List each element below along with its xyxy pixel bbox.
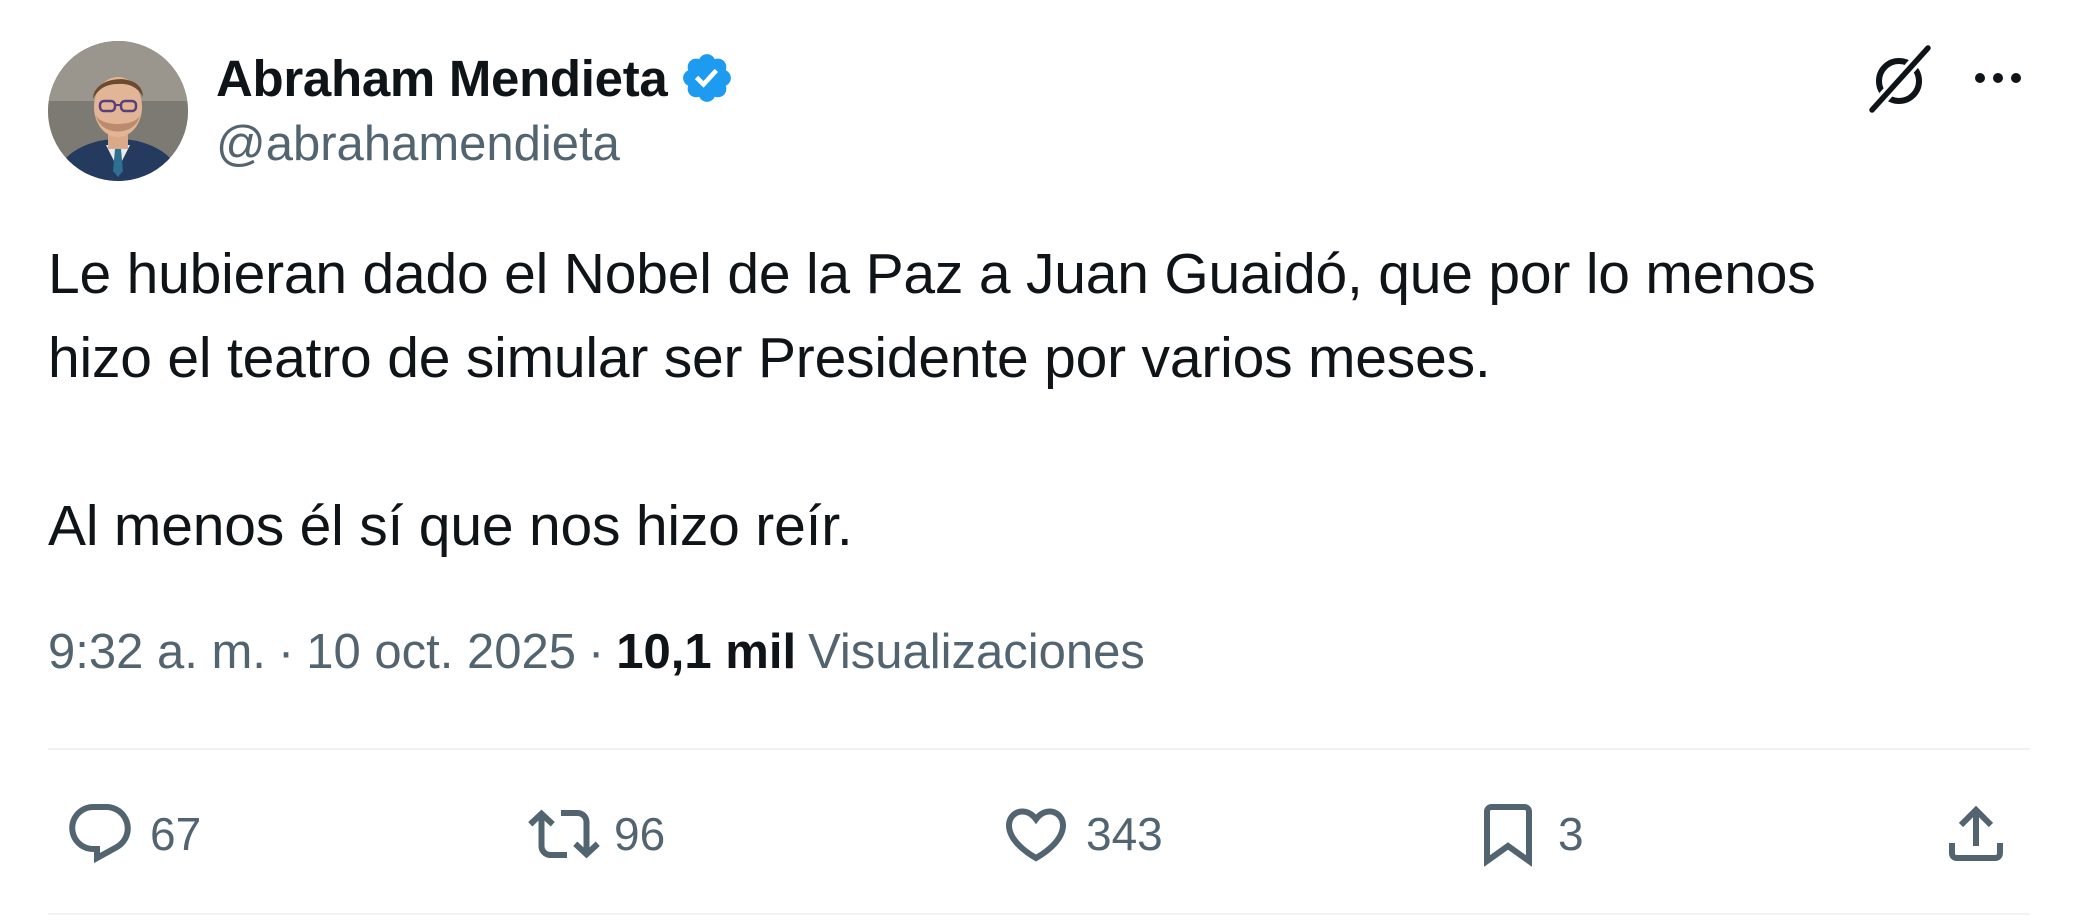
reply-button[interactable]: 67: [64, 796, 201, 872]
divider: [48, 913, 2030, 915]
meta-separator: ·: [587, 625, 605, 679]
tweet-card: Abraham Mendieta @abrahamendieta Le hubi…: [0, 0, 2088, 920]
heart-icon: [1005, 808, 1067, 862]
tweet-meta: 9:32 a. m. · 10 oct. 2025 · 10,1 mil Vis…: [48, 624, 1145, 680]
tweet-date[interactable]: 10 oct. 2025: [306, 624, 576, 680]
share-icon: [1949, 805, 2003, 861]
retweet-button[interactable]: 96: [528, 796, 665, 872]
tweet-text-line: Al menos él sí que nos hizo reír.: [48, 494, 853, 558]
views-count[interactable]: 10,1 mil: [616, 624, 796, 680]
author-handle[interactable]: @abrahamendieta: [216, 116, 620, 172]
retweet-icon: [528, 809, 600, 859]
author-name-row[interactable]: Abraham Mendieta: [216, 46, 735, 110]
tweet-text-line: hizo el teatro de simular ser Presidente…: [48, 326, 1491, 390]
grok-icon[interactable]: [1866, 44, 1936, 114]
verified-badge-icon[interactable]: [679, 50, 735, 106]
bookmark-button[interactable]: 3: [1472, 796, 1584, 872]
divider: [48, 748, 2030, 750]
tweet-text: Le hubieran dado el Nobel de la Paz a Ju…: [48, 232, 2038, 568]
avatar-image: [48, 41, 188, 181]
avatar[interactable]: [48, 41, 188, 181]
like-count: 343: [1086, 808, 1163, 860]
meta-separator: ·: [277, 625, 295, 679]
author-display-name[interactable]: Abraham Mendieta: [216, 49, 668, 108]
more-icon[interactable]: [1968, 58, 2028, 98]
like-button[interactable]: 343: [1000, 796, 1163, 872]
tweet-time[interactable]: 9:32 a. m.: [48, 624, 266, 680]
retweet-count: 96: [614, 808, 666, 860]
tweet-text-line: Le hubieran dado el Nobel de la Paz a Ju…: [48, 242, 1816, 306]
bookmark-icon: [1484, 804, 1532, 867]
bookmark-count: 3: [1558, 808, 1584, 860]
share-button[interactable]: [1940, 796, 2012, 872]
views-label[interactable]: Visualizaciones: [808, 624, 1145, 680]
reply-icon: [69, 804, 131, 864]
reply-count: 67: [150, 808, 202, 860]
